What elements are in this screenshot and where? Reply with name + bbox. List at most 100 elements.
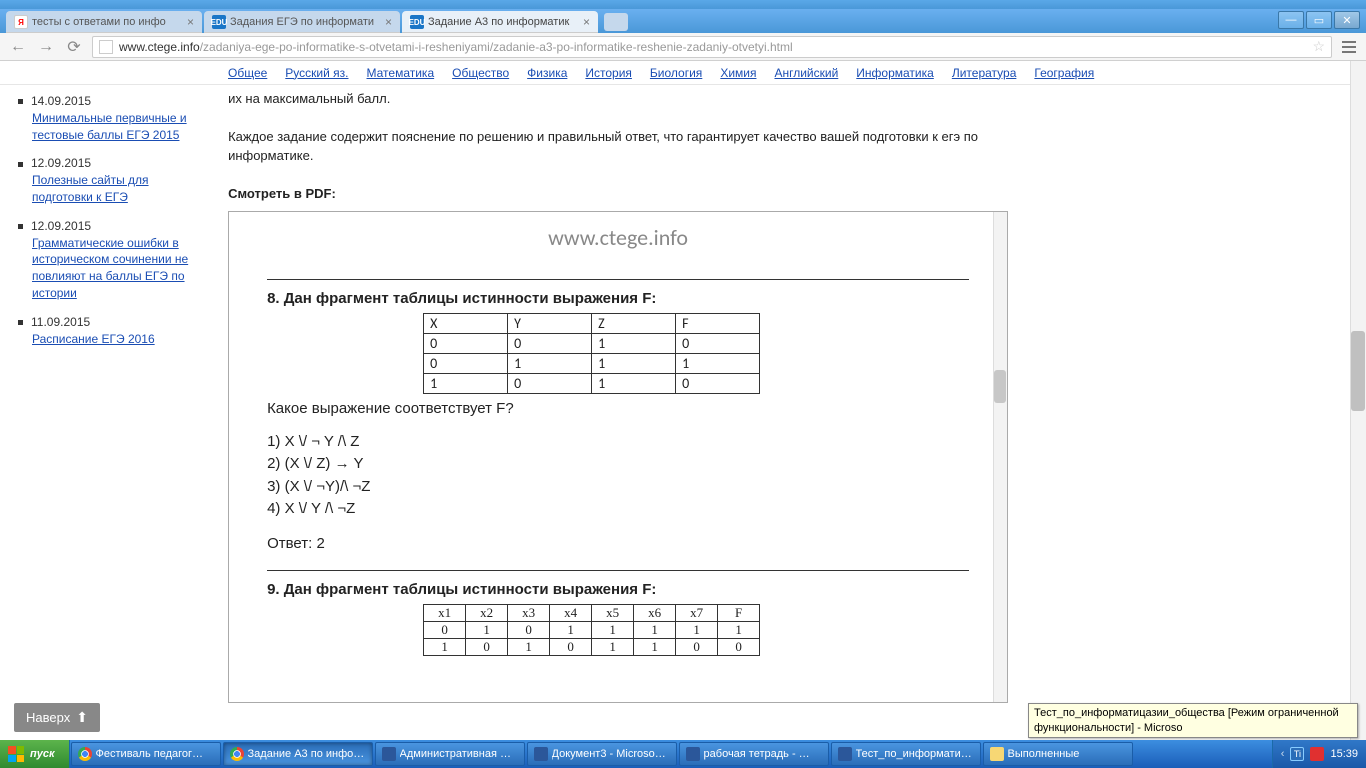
tab-title: Задания ЕГЭ по информати: [230, 16, 379, 28]
subject-link[interactable]: Информатика: [856, 66, 934, 80]
task-label: Тест_по_информати…: [856, 748, 972, 760]
bullet-icon: [18, 224, 23, 229]
subject-link[interactable]: История: [585, 66, 632, 80]
subject-link[interactable]: Химия: [720, 66, 756, 80]
close-window-button[interactable]: ✕: [1334, 11, 1360, 29]
favicon-edu: EDU: [410, 15, 424, 29]
subject-link[interactable]: Математика: [367, 66, 435, 80]
start-label: пуск: [30, 748, 55, 760]
up-button-label: Наверх: [26, 710, 70, 725]
sidebar-link[interactable]: Грамматические ошибки в историческом соч…: [32, 235, 200, 302]
forward-button[interactable]: →: [36, 37, 56, 57]
word-icon: [686, 747, 700, 761]
subject-link[interactable]: Физика: [527, 66, 567, 80]
task-label: Документ3 - Microso…: [552, 748, 666, 760]
sidebar-link[interactable]: Минимальные первичные и тестовые баллы Е…: [32, 110, 200, 144]
sidebar-link[interactable]: Расписание ЕГЭ 2016: [32, 331, 200, 348]
task-label: Фестиваль педагог…: [96, 748, 203, 760]
tab-2[interactable]: EDU Задания ЕГЭ по информати ×: [204, 11, 400, 33]
reload-button[interactable]: ⟳: [64, 37, 84, 57]
clock[interactable]: 15:39: [1330, 748, 1358, 760]
task-label: Административная …: [400, 748, 511, 760]
maximize-button[interactable]: ▭: [1306, 11, 1332, 29]
sidebar-date: 14.09.2015: [31, 94, 91, 108]
bullet-icon: [18, 320, 23, 325]
sidebar-date: 12.09.2015: [31, 156, 91, 170]
taskbar-tooltip: Тест_по_информатицазии_общества [Режим о…: [1028, 703, 1358, 738]
right-gutter: [1044, 85, 1366, 740]
q8-title: 8. Дан фрагмент таблицы истинности выраж…: [267, 290, 969, 307]
subject-nav: Общее Русский яз. Математика Общество Фи…: [0, 61, 1366, 85]
scroll-top-button[interactable]: Наверх ⬆: [14, 703, 100, 732]
pdf-scrollbar[interactable]: [993, 212, 1007, 702]
back-button[interactable]: ←: [8, 37, 28, 57]
pdf-divider: [267, 570, 969, 571]
sidebar-link[interactable]: Полезные сайты для подготовки к ЕГЭ: [32, 172, 200, 206]
sidebar-item: 11.09.2015 Расписание ЕГЭ 2016: [18, 314, 200, 348]
start-button[interactable]: пуск: [0, 740, 70, 768]
sidebar-item: 12.09.2015 Грамматические ошибки в истор…: [18, 218, 200, 302]
close-tab-icon[interactable]: ×: [581, 15, 592, 29]
taskbar-item[interactable]: Выполненные: [983, 742, 1133, 766]
taskbar: пуск Фестиваль педагог… Задание А3 по ин…: [0, 740, 1366, 768]
q8-answer: Ответ: 2: [267, 535, 969, 552]
sidebar-date: 11.09.2015: [31, 315, 90, 329]
chrome-icon: [230, 747, 244, 761]
sidebar-date: 12.09.2015: [31, 219, 91, 233]
page-scrollbar[interactable]: [1350, 61, 1366, 740]
taskbar-item[interactable]: Фестиваль педагог…: [71, 742, 221, 766]
browser-toolbar: ← → ⟳ www.ctege.info/zadaniya-ege-po-inf…: [0, 33, 1366, 61]
q8-options: 1) X \/ ¬ Y /\ Z 2) (X \/ Z) → Y 3) (X \…: [267, 431, 969, 521]
subject-link[interactable]: Общее: [228, 66, 267, 80]
language-indicator[interactable]: Ti: [1290, 747, 1304, 761]
main-content: их на максимальный балл. Каждое задание …: [210, 85, 1044, 740]
bullet-icon: [18, 162, 23, 167]
q8-truth-table: XYZF 0010 0111 1010: [423, 313, 760, 394]
tab-3-active[interactable]: EDU Задание А3 по информатик ×: [402, 11, 598, 33]
tray-icon[interactable]: [1310, 747, 1324, 761]
taskbar-item[interactable]: Тест_по_информати…: [831, 742, 981, 766]
sidebar: 14.09.2015 Минимальные первичные и тесто…: [0, 85, 210, 740]
task-label: рабочая тетрадь - …: [704, 748, 810, 760]
new-tab-button[interactable]: [604, 13, 628, 31]
window-controls: — ▭ ✕: [1278, 11, 1360, 29]
subject-link[interactable]: Общество: [452, 66, 509, 80]
tab-title: тесты с ответами по инфо: [32, 16, 181, 28]
subject-link[interactable]: География: [1034, 66, 1094, 80]
subject-link[interactable]: Литература: [952, 66, 1017, 80]
windows-logo-icon: [8, 746, 24, 762]
minimize-button[interactable]: —: [1278, 11, 1304, 29]
tray-chevron-icon[interactable]: ‹: [1281, 748, 1285, 760]
taskbar-item[interactable]: рабочая тетрадь - …: [679, 742, 829, 766]
subject-link[interactable]: Английский: [774, 66, 838, 80]
tab-strip: Я тесты с ответами по инфо × EDU Задания…: [0, 9, 1366, 33]
pdf-divider: [267, 279, 969, 280]
close-tab-icon[interactable]: ×: [383, 15, 394, 29]
close-tab-icon[interactable]: ×: [185, 15, 196, 29]
subject-link[interactable]: Биология: [650, 66, 702, 80]
sidebar-item: 12.09.2015 Полезные сайты для подготовки…: [18, 155, 200, 205]
sidebar-item: 14.09.2015 Минимальные первичные и тесто…: [18, 93, 200, 143]
favicon-edu: EDU: [212, 15, 226, 29]
pdf-scroll-thumb[interactable]: [994, 370, 1006, 403]
q8-option: 4) X \/ Y /\ ¬Z: [267, 498, 969, 521]
address-bar[interactable]: www.ctege.info/zadaniya-ege-po-informati…: [92, 36, 1332, 58]
page-scroll-thumb[interactable]: [1351, 331, 1365, 411]
taskbar-item[interactable]: Задание А3 по инфо…: [223, 742, 373, 766]
pdf-heading: Смотреть в PDF:: [228, 186, 1024, 201]
word-icon: [534, 747, 548, 761]
subject-link[interactable]: Русский яз.: [285, 66, 348, 80]
task-label: Выполненные: [1008, 748, 1080, 760]
folder-icon: [990, 747, 1004, 761]
taskbar-item[interactable]: Документ3 - Microso…: [527, 742, 677, 766]
bullet-icon: [18, 99, 23, 104]
chrome-menu-icon[interactable]: [1340, 38, 1358, 56]
q8-question: Какое выражение соответствует F?: [267, 400, 969, 417]
chrome-icon: [78, 747, 92, 761]
arrow-up-icon: ⬆: [76, 709, 88, 726]
system-tray: ‹ Ti 15:39: [1272, 740, 1366, 768]
taskbar-item[interactable]: Административная …: [375, 742, 525, 766]
tab-1[interactable]: Я тесты с ответами по инфо ×: [6, 11, 202, 33]
url-domain: www.ctege.info: [119, 40, 200, 54]
bookmark-star-icon[interactable]: ☆: [1312, 38, 1325, 55]
